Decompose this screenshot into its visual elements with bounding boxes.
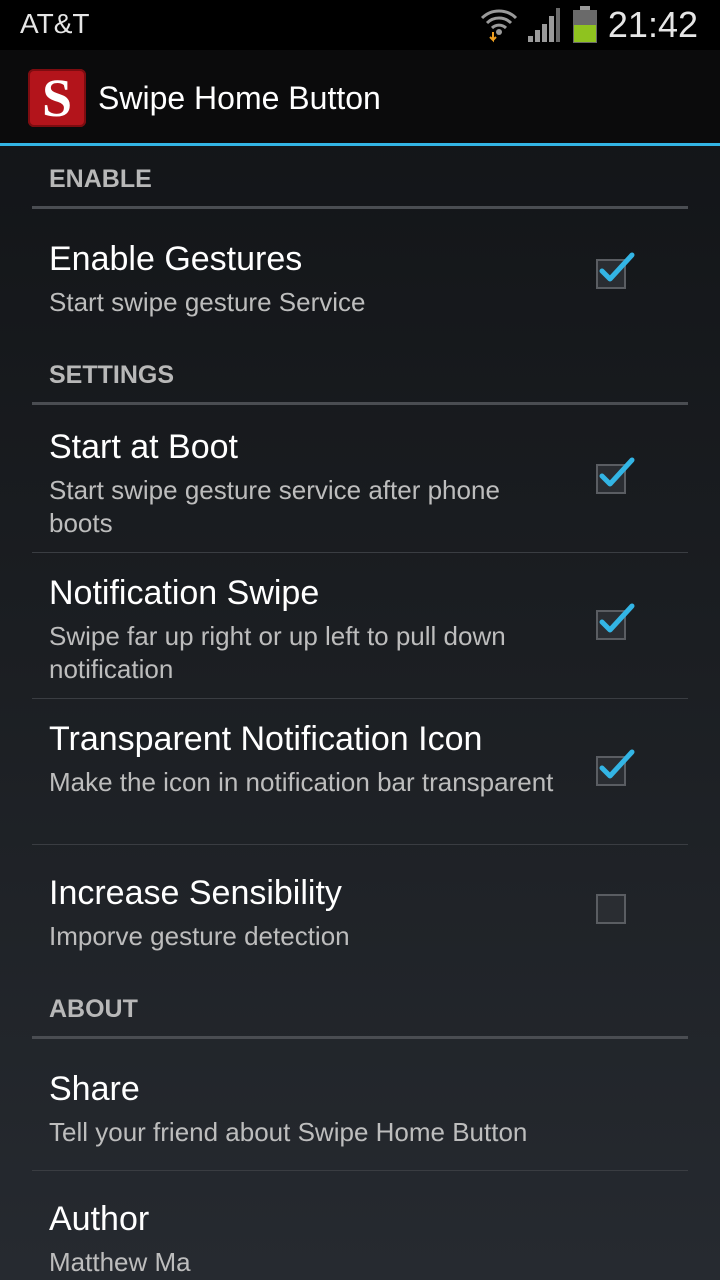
preference-title: Share bbox=[49, 1070, 140, 1108]
list-divider bbox=[32, 698, 688, 699]
action-bar: S Swipe Home Button bbox=[0, 50, 720, 146]
app-title: Swipe Home Button bbox=[98, 80, 381, 116]
preference-title: Enable Gestures bbox=[49, 240, 303, 278]
preference-summary: Swipe far up right or up left to pull do… bbox=[49, 621, 506, 684]
signal-icon bbox=[526, 6, 562, 48]
preference-title: Increase Sensibility bbox=[49, 874, 342, 912]
section-header-about: ABOUT bbox=[49, 995, 138, 1023]
preference-summary: Make the icon in notification bar transp… bbox=[49, 767, 554, 797]
status-bar: AT&T 21:42 bbox=[0, 0, 720, 50]
app-icon[interactable]: S bbox=[28, 69, 86, 127]
preference-summary: Imporve gesture detection bbox=[49, 921, 350, 951]
clock: 21:42 bbox=[607, 4, 698, 45]
battery-icon bbox=[572, 6, 598, 48]
preference-title: Author bbox=[49, 1200, 150, 1238]
section-divider bbox=[32, 402, 688, 405]
check-icon bbox=[599, 749, 635, 779]
transparent-icon-checkbox[interactable] bbox=[596, 749, 635, 786]
notification-swipe-checkbox[interactable] bbox=[596, 603, 635, 640]
section-header-enable: ENABLE bbox=[49, 165, 152, 193]
section-header-settings: SETTINGS bbox=[49, 361, 175, 389]
list-divider bbox=[32, 552, 688, 553]
preference-summary: Start swipe gesture Service bbox=[49, 287, 366, 317]
preference-title: Start at Boot bbox=[49, 428, 238, 466]
check-icon bbox=[599, 603, 635, 633]
check-icon bbox=[599, 457, 635, 487]
check-icon bbox=[599, 252, 635, 282]
app-icon-letter: S bbox=[41, 68, 73, 128]
preference-title: Notification Swipe bbox=[49, 574, 320, 612]
preference-summary: Tell your friend about Swipe Home Button bbox=[49, 1117, 528, 1147]
list-divider bbox=[32, 844, 688, 845]
preference-summary: Start swipe gesture service after phone … bbox=[49, 475, 500, 538]
preference-summary: Matthew Ma bbox=[49, 1247, 191, 1277]
section-divider bbox=[32, 1036, 688, 1039]
enable-gestures-checkbox[interactable] bbox=[596, 252, 635, 289]
preference-title: Transparent Notification Icon bbox=[49, 720, 483, 758]
increase-sensibility-checkbox[interactable] bbox=[596, 894, 626, 924]
start-at-boot-checkbox[interactable] bbox=[596, 457, 635, 494]
wifi-icon bbox=[480, 6, 518, 48]
section-divider bbox=[32, 206, 688, 209]
list-divider bbox=[32, 1170, 688, 1171]
carrier-label: AT&T bbox=[20, 8, 90, 39]
